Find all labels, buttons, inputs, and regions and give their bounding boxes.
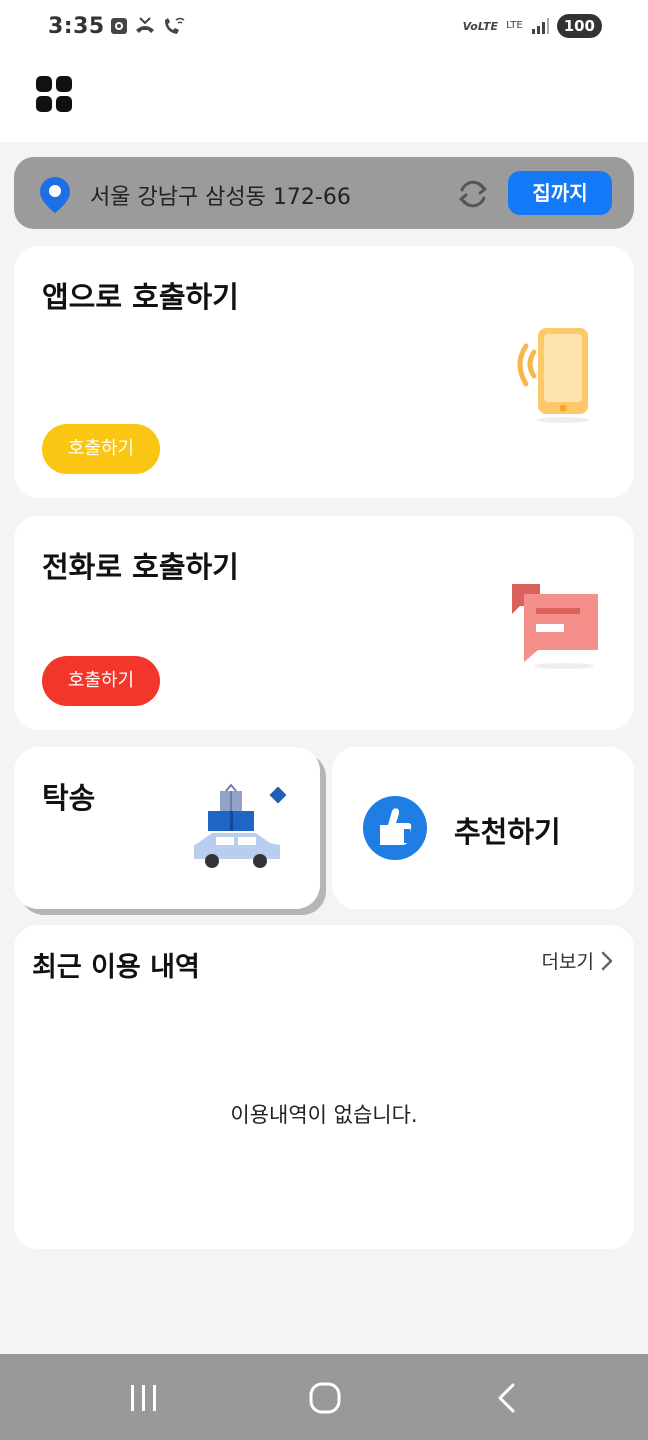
home-destination-button[interactable]: 집까지 <box>508 171 612 215</box>
empty-history-message: 이용내역이 없습니다. <box>230 1103 418 1127</box>
recommend-card[interactable]: 추천하기 <box>332 747 634 909</box>
chevron-right-icon <box>601 951 613 970</box>
location-bar: 서울 강남구 삼성동 172-66 집까지 <box>14 157 634 229</box>
wifi-call-icon <box>165 17 185 34</box>
phone-call-icon <box>517 328 589 423</box>
recent-history-card: 최근 이용 내역 더보기 이용내역이 없습니다. <box>14 925 634 1249</box>
app-header <box>0 56 648 142</box>
notification-icon <box>111 18 127 34</box>
system-status: VoLTE LTE 100 <box>463 14 602 38</box>
recommend-label: 추천하기 <box>454 815 561 849</box>
status-time: 3:35 <box>48 14 105 39</box>
app-call-title: 앱으로 호출하기 <box>42 280 239 314</box>
nav-back-icon[interactable] <box>494 1382 518 1414</box>
menu-grid-icon[interactable] <box>36 76 72 112</box>
menu-grid-cell <box>36 76 52 92</box>
battery-badge: 100 <box>556 14 602 38</box>
phone-call-card[interactable]: 전화로 호출하기 호출하기 <box>14 516 634 730</box>
phone-call-title: 전화로 호출하기 <box>42 550 239 584</box>
app-call-card[interactable]: 앱으로 호출하기 호출하기 <box>14 246 634 498</box>
nav-recent-icon[interactable] <box>128 1384 160 1412</box>
valet-title: 탁송 <box>42 781 96 815</box>
notification-icons <box>110 16 186 36</box>
current-address: 서울 강남구 삼성동 172-66 <box>90 185 351 210</box>
location-pin-icon <box>40 177 70 213</box>
lte-label: LTE <box>506 20 523 31</box>
app-call-button[interactable]: 호출하기 <box>42 424 160 474</box>
chat-bubble-icon <box>512 584 598 669</box>
volte-label: VoLTE <box>462 19 499 33</box>
refresh-icon[interactable] <box>454 175 492 213</box>
menu-grid-cell <box>56 76 72 92</box>
thumbs-up-icon <box>363 796 427 860</box>
signal-icon <box>531 18 549 34</box>
system-nav-bar <box>0 1354 648 1440</box>
more-label: 더보기 <box>541 951 594 973</box>
car-delivery-icon <box>194 783 286 868</box>
menu-grid-cell <box>36 96 52 112</box>
more-link[interactable]: 더보기 <box>542 947 614 974</box>
status-bar: 3:35 VoLTE LTE 100 <box>0 0 648 56</box>
menu-grid-cell <box>56 96 72 112</box>
valet-card[interactable]: 탁송 <box>14 747 320 909</box>
app-screen: 3:35 VoLTE LTE 100 서울 강남구 삼성동 172-66 집까지… <box>0 0 648 1440</box>
missed-call-icon <box>136 17 154 33</box>
phone-call-button[interactable]: 호출하기 <box>42 656 160 706</box>
recent-history-title: 최근 이용 내역 <box>32 952 200 983</box>
nav-home-icon[interactable] <box>308 1382 342 1414</box>
